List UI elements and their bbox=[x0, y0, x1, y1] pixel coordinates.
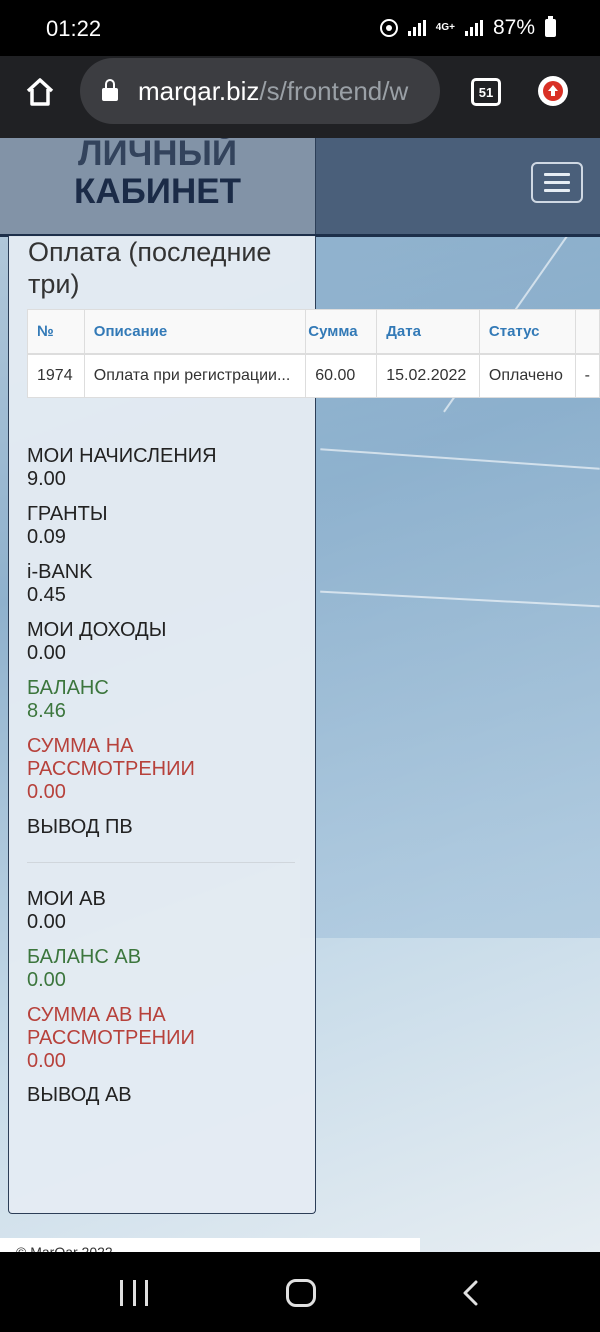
menu-toggle-button[interactable] bbox=[531, 162, 583, 203]
payments-title: Оплата (последние три) bbox=[28, 237, 272, 299]
stat-label: МОИ ДОХОДЫ bbox=[27, 619, 167, 641]
stat-label: МОИ НАЧИСЛЕНИЯ bbox=[27, 445, 217, 467]
stat-value: 0.00 bbox=[27, 911, 66, 933]
signal-icon-2 bbox=[464, 20, 483, 36]
table-header-row: № Описание Сумма Дата Статус bbox=[27, 309, 600, 355]
cell-sum: 60.00 bbox=[305, 353, 378, 398]
footer: © MarQar 2022 bbox=[0, 1238, 420, 1252]
signal-icon bbox=[407, 20, 426, 36]
stat-label-line-2: РАССМОТРЕНИИ bbox=[27, 758, 195, 780]
payments-table: № Описание Сумма Дата Статус 1974 Оплата… bbox=[27, 309, 600, 398]
stat-value: 0.00 bbox=[27, 969, 66, 991]
cell-date: 15.02.2022 bbox=[376, 353, 480, 398]
url-host: marqar.biz bbox=[138, 75, 260, 106]
status-bar: 01:22 4G+ 87% bbox=[0, 0, 600, 56]
home-icon[interactable] bbox=[24, 76, 56, 108]
column-header: Сумма bbox=[305, 309, 378, 355]
stat-value: 9.00 bbox=[27, 468, 66, 490]
stat-balance: БАЛАНС 8.46 bbox=[27, 677, 109, 723]
cell-number: 1974 bbox=[27, 353, 85, 398]
battery-icon bbox=[545, 16, 556, 37]
stat-my-ab: МОИ АВ 0.00 bbox=[27, 888, 106, 934]
stat-value: 0.45 bbox=[27, 584, 66, 606]
lock-icon bbox=[102, 78, 118, 101]
back-button[interactable] bbox=[462, 1280, 478, 1306]
stat-balance-ab: БАЛАНС АВ 0.00 bbox=[27, 946, 141, 992]
home-button[interactable] bbox=[286, 1279, 316, 1307]
divider bbox=[27, 862, 295, 863]
background-panel bbox=[300, 138, 600, 938]
withdraw-pv-link[interactable]: ВЫВОД ПВ bbox=[27, 816, 133, 839]
hotspot-icon bbox=[379, 19, 398, 37]
cell-status: Оплачено bbox=[478, 353, 576, 398]
stat-label: БАЛАНС bbox=[27, 677, 109, 699]
stat-accruals: МОИ НАЧИСЛЕНИЯ 9.00 bbox=[27, 445, 217, 491]
cell-extra: - bbox=[574, 353, 600, 398]
brand-title: ЛИЧНЫЙ КАБИНЕТ bbox=[0, 138, 316, 236]
table-row: 1974 Оплата при регистрации... 60.00 15.… bbox=[27, 353, 600, 398]
hamburger-icon bbox=[544, 173, 570, 176]
cell-description: Оплата при регистрации... bbox=[83, 353, 307, 398]
column-header: Описание bbox=[83, 309, 307, 355]
stat-pending: СУММА НА РАССМОТРЕНИИ 0.00 bbox=[27, 735, 195, 804]
recent-apps-button[interactable] bbox=[120, 1280, 148, 1306]
stat-ibank: i-BANK 0.45 bbox=[27, 561, 93, 607]
stat-pending-ab: СУММА АВ НА РАССМОТРЕНИИ 0.00 bbox=[27, 1004, 195, 1073]
battery-level: 87% bbox=[492, 16, 535, 39]
status-icons: 4G+ 87% bbox=[379, 16, 556, 40]
brand-line-2: КАБИНЕТ bbox=[74, 172, 241, 211]
stat-label: БАЛАНС АВ bbox=[27, 946, 142, 968]
system-nav-bar bbox=[0, 1252, 600, 1332]
stat-grants: ГРАНТЫ 0.09 bbox=[27, 503, 108, 549]
site-header: ЛИЧНЫЙ КАБИНЕТ bbox=[0, 138, 600, 236]
stat-label: ГРАНТЫ bbox=[27, 503, 108, 525]
column-header: № bbox=[27, 309, 85, 355]
stat-label: i-BANK bbox=[27, 561, 93, 583]
address-bar[interactable]: marqar.biz/s/frontend/w bbox=[80, 58, 440, 124]
stat-label-line-1: СУММА АВ НА bbox=[27, 1004, 166, 1026]
stat-value: 8.46 bbox=[27, 700, 66, 722]
browser-toolbar: marqar.biz/s/frontend/w 51 bbox=[0, 56, 600, 138]
update-button[interactable] bbox=[538, 76, 568, 106]
arrow-up-icon bbox=[543, 81, 563, 101]
column-header bbox=[574, 309, 600, 355]
brand-line-1: ЛИЧНЫЙ bbox=[77, 138, 237, 173]
clock: 01:22 bbox=[46, 16, 102, 41]
withdraw-ab-link[interactable]: ВЫВОД АВ bbox=[27, 1084, 132, 1107]
column-header: Дата bbox=[376, 309, 480, 355]
column-header: Статус bbox=[478, 309, 576, 355]
stat-label-line-1: СУММА НА bbox=[27, 735, 134, 757]
recent-apps-icon bbox=[120, 1280, 123, 1306]
tab-switcher-button[interactable]: 51 bbox=[471, 78, 501, 106]
stat-value: 0.00 bbox=[27, 642, 66, 664]
stat-label: МОИ АВ bbox=[27, 888, 106, 910]
stat-value: 0.00 bbox=[27, 1050, 66, 1072]
network-type: 4G+ bbox=[435, 22, 455, 33]
stat-label-line-2: РАССМОТРЕНИИ bbox=[27, 1027, 195, 1049]
stat-value: 0.00 bbox=[27, 781, 66, 803]
url-path: /s/frontend/w bbox=[259, 75, 409, 106]
web-page: ЛИЧНЫЙ КАБИНЕТ Оплата (последние три) № … bbox=[0, 138, 600, 1252]
stat-income: МОИ ДОХОДЫ 0.00 bbox=[27, 619, 166, 665]
stat-value: 0.09 bbox=[27, 526, 66, 548]
